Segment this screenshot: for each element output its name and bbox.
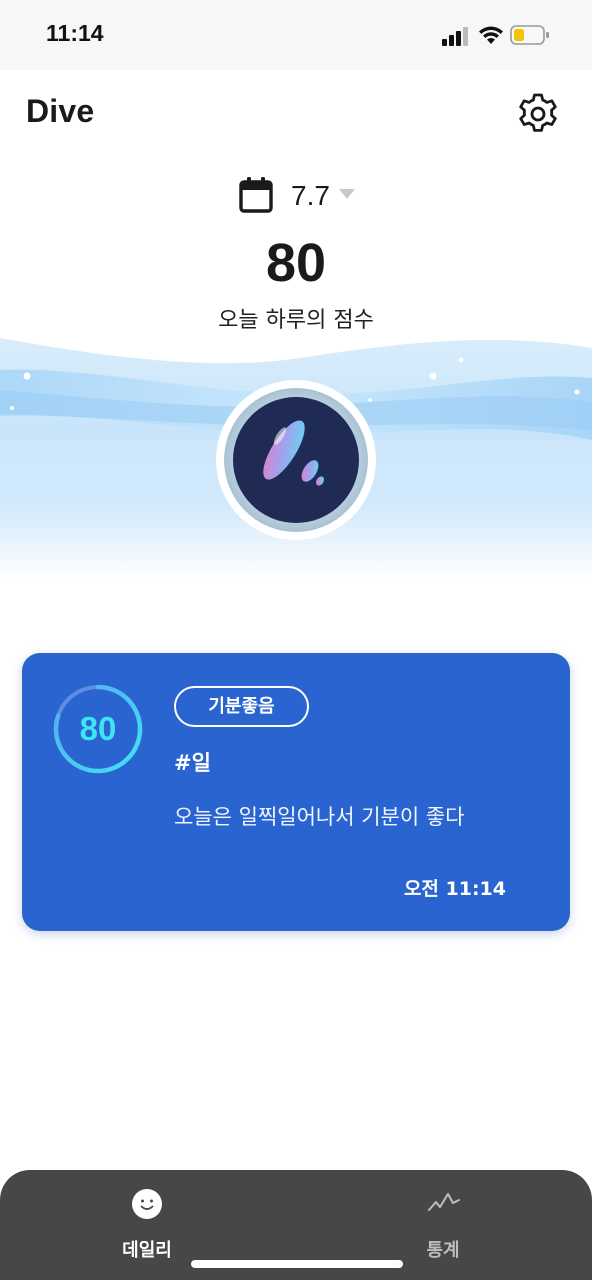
daily-score: 80 [265, 233, 327, 293]
wifi-icon [479, 26, 503, 44]
entry-note: 오늘은 일찍일어나서 기분이 좋다 [174, 805, 465, 829]
entry-score: 80 [79, 710, 117, 747]
calendar-icon [239, 177, 273, 213]
status-bar: 11:14 [0, 0, 592, 70]
cellular-signal-icon [442, 27, 468, 46]
home-indicator [191, 1260, 403, 1268]
tab-stats[interactable]: 통계 [373, 1170, 513, 1270]
line-chart-icon [428, 1193, 460, 1211]
selected-date: 7.7 [291, 180, 330, 211]
chevron-down-icon [339, 189, 355, 199]
app-title: Dive [26, 93, 95, 129]
mood-orb [216, 380, 376, 540]
smile-face-icon [132, 1189, 162, 1219]
gear-icon [519, 93, 557, 132]
status-time: 11:14 [46, 20, 104, 46]
mood-entry-card[interactable]: 80 기분좋음 #일 오늘은 일찍일어나서 기분이 좋다 오전 11:14 [22, 653, 570, 931]
mood-tag: 기분좋음 [174, 686, 309, 727]
bubble-logo-icon [216, 380, 376, 540]
settings-button[interactable] [514, 90, 562, 138]
entry-hashtag: #일 [174, 751, 211, 775]
date-picker[interactable]: 7.7 [238, 176, 368, 216]
tab-daily-label: 데일리 [122, 1240, 172, 1261]
battery-icon [510, 25, 549, 45]
tab-stats-label: 통계 [426, 1240, 460, 1261]
tab-daily[interactable]: 데일리 [77, 1170, 217, 1270]
entry-time: 오전 11:14 [403, 878, 506, 900]
